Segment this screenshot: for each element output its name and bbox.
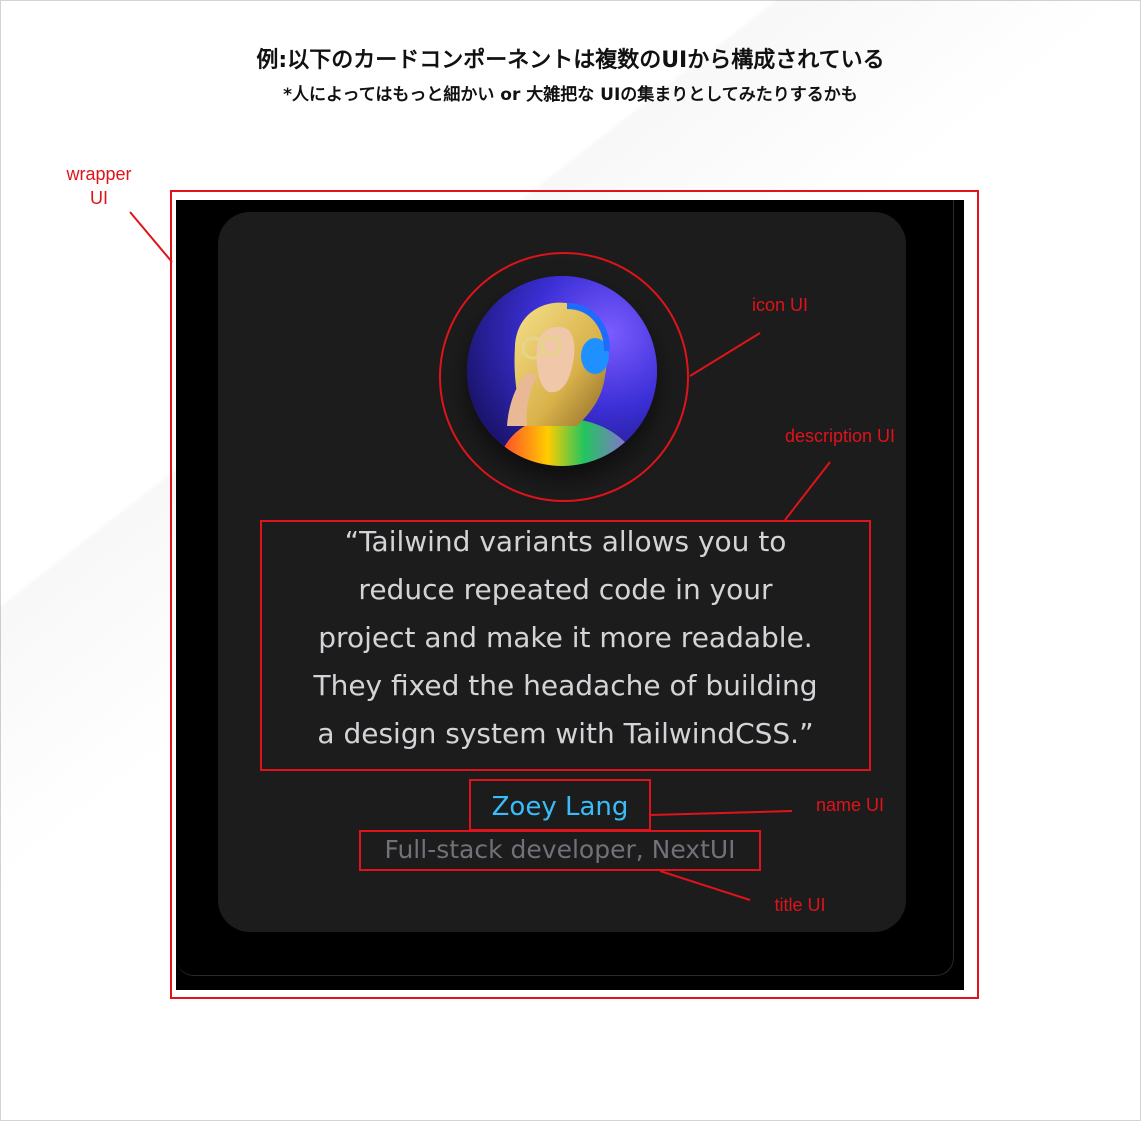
icon-leader-line xyxy=(689,332,761,377)
description-leader-line xyxy=(784,461,831,521)
title-leader-line xyxy=(659,870,751,901)
name-leader-line xyxy=(650,810,793,816)
annotation-leader-lines xyxy=(129,211,831,901)
wrapper-leader-line xyxy=(129,211,173,263)
